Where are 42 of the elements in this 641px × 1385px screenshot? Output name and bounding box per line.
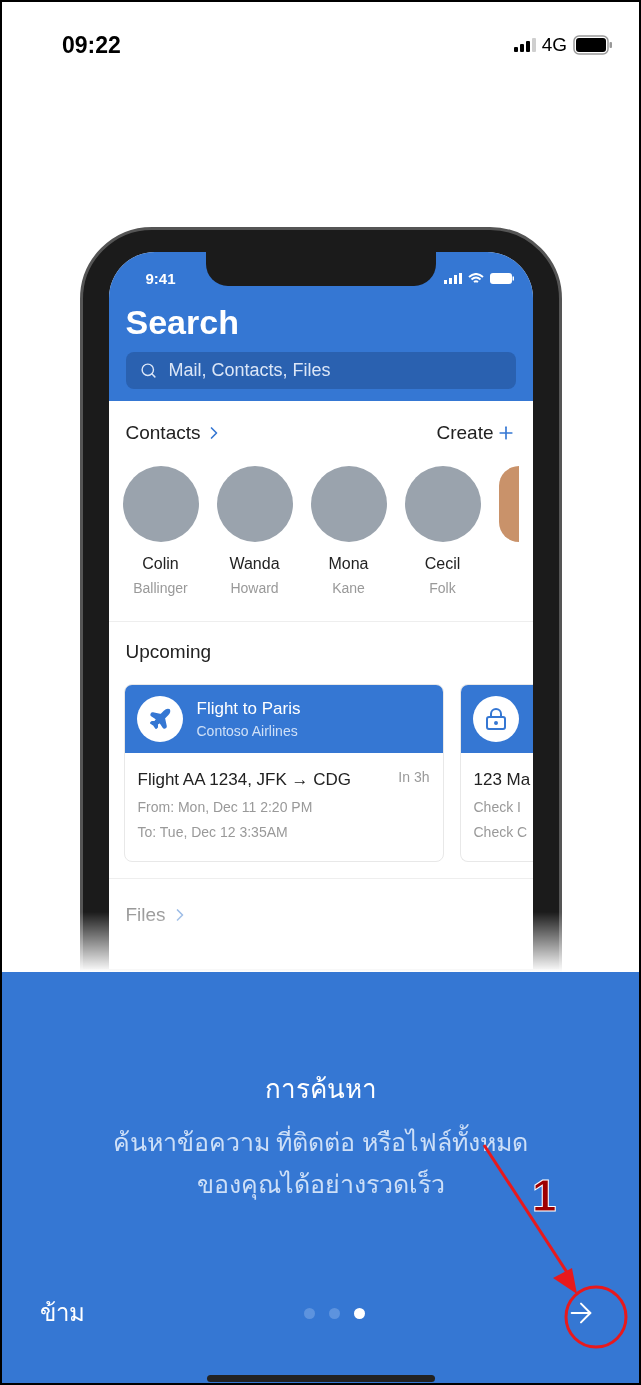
- onboarding-description: ของคุณได้อย่างรวดเร็ว: [196, 1168, 445, 1202]
- annotation-number: 1: [532, 1174, 557, 1218]
- event-card[interactable]: 123 Ma Check I Check C: [459, 684, 533, 862]
- contact-last-name: Ballinger: [133, 578, 188, 598]
- card-heading: 123 Ma: [473, 769, 531, 791]
- card-heading: Flight AA 1234, JFK → CDG: [137, 769, 352, 791]
- annotation-circle: [564, 1285, 628, 1349]
- status-time: 09:22: [62, 31, 121, 60]
- plane-icon: [136, 696, 183, 742]
- contact-first-name: Colin: [142, 553, 179, 574]
- battery-icon: [573, 35, 613, 56]
- mockup-time: 9:41: [145, 268, 176, 289]
- search-input[interactable]: Mail, Contacts, Files: [168, 357, 469, 384]
- contacts-link[interactable]: Contacts: [125, 419, 225, 448]
- battery-icon: [489, 273, 514, 285]
- card-title: Flight to Paris: [196, 697, 301, 720]
- skip-button[interactable]: ข้าม: [40, 1295, 85, 1331]
- create-contact-button[interactable]: Create: [436, 419, 516, 448]
- contact-last-name: Kane: [332, 578, 365, 598]
- contact-last-name: Folk: [429, 578, 456, 598]
- card-detail: Check C: [473, 822, 529, 842]
- signal-icon: [513, 38, 536, 53]
- section-title: Upcoming: [124, 639, 213, 664]
- onboarding-description: ค้นหาข้อความ ที่ติดต่อ หรือไฟล์ทั้งหมด: [112, 1121, 529, 1163]
- time-label: In 3h: [398, 768, 430, 787]
- contact-first-name: Wanda: [229, 553, 280, 574]
- search-field[interactable]: Mail, Contacts, Files: [125, 352, 516, 389]
- padlock-icon: [472, 696, 519, 742]
- wifi-icon: [467, 272, 484, 285]
- signal-icon: [443, 273, 462, 285]
- card-detail: Check I: [473, 797, 522, 817]
- screen-title: Search: [125, 302, 240, 342]
- card-detail: From: Mon, Dec 11 2:20 PM: [137, 797, 314, 817]
- contact-last-name: Howard: [230, 578, 279, 598]
- event-card[interactable]: Flight to Paris Contoso Airlines Flight AA 1234, JFK → CDG In 3h From: Mon, Dec 11 2:20 PM To: Tue, Dec 12 3:35AM: [123, 684, 444, 862]
- contact-first-name: Mona: [328, 553, 369, 574]
- network-label: 4G: [541, 33, 567, 57]
- onboarding-title: การค้นหา: [264, 1073, 377, 1106]
- contact-first-name: Cecil: [424, 553, 461, 574]
- search-icon: [139, 362, 157, 379]
- card-detail: To: Tue, Dec 12 3:35AM: [137, 822, 289, 842]
- card-subtitle: Contoso Airlines: [196, 722, 299, 742]
